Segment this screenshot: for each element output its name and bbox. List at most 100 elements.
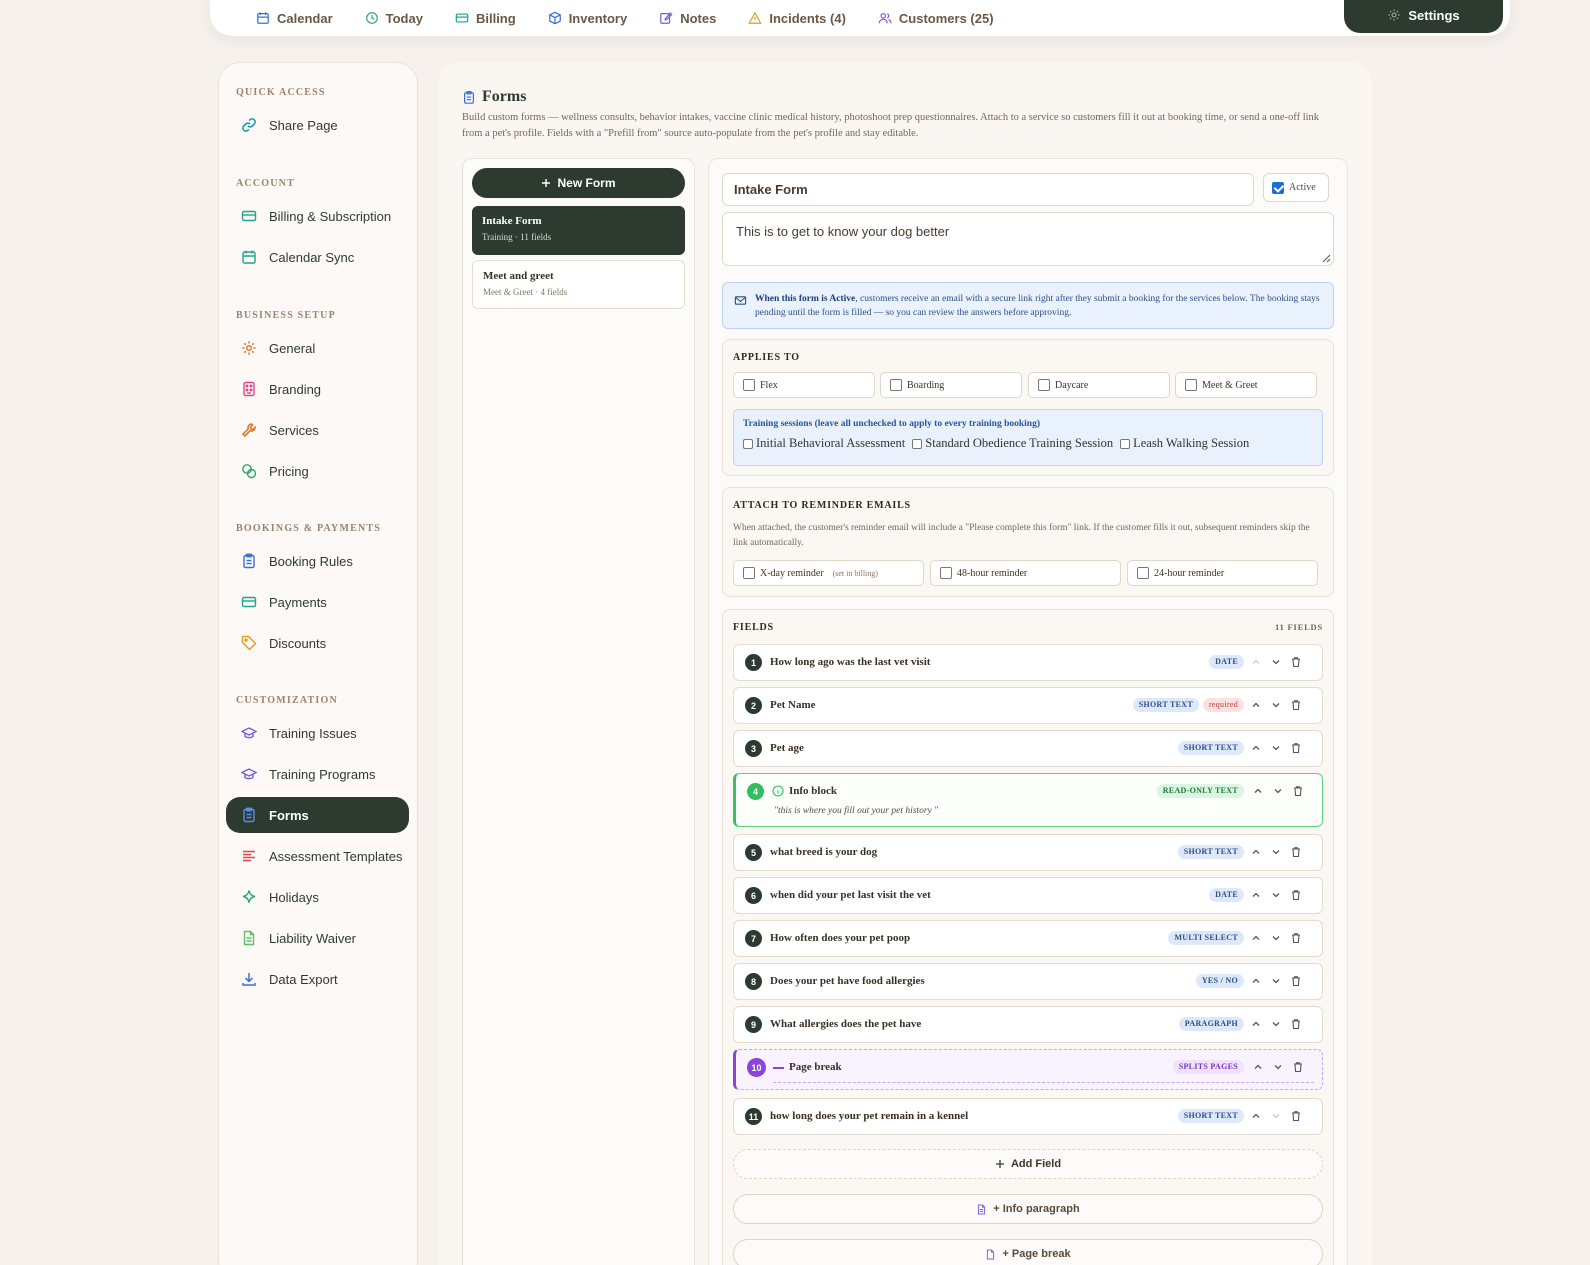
form-card[interactable]: Meet and greet Meet & Greet · 4 fields [472, 260, 685, 309]
checkbox[interactable] [890, 379, 902, 391]
field-row[interactable]: 2 Pet Name SHORT TEXT required [733, 687, 1323, 724]
new-form-button[interactable]: New Form [472, 168, 685, 198]
applies-option-flex[interactable]: Flex [733, 372, 875, 398]
checkbox[interactable] [743, 438, 753, 449]
tab-notes[interactable]: Notes [643, 1, 732, 35]
sidebar-item-training-issues[interactable]: Training Issues [226, 715, 409, 751]
trash-icon[interactable] [1290, 889, 1302, 901]
field-row-page-break[interactable]: 10 Page break SPLITS PAGES [733, 1049, 1323, 1090]
tab-customers[interactable]: Customers (25) [862, 1, 1010, 35]
move-down-icon[interactable] [1270, 699, 1282, 711]
sidebar-item-forms[interactable]: Forms [226, 797, 409, 833]
move-down-icon[interactable] [1270, 1110, 1282, 1122]
sidebar-item-assessment-templates[interactable]: Assessment Templates [226, 838, 409, 874]
training-option-obedience[interactable]: Standard Obedience Training Session [912, 436, 1113, 451]
trash-icon[interactable] [1290, 1018, 1302, 1030]
move-up-icon[interactable] [1250, 1018, 1262, 1030]
checkbox[interactable] [940, 567, 952, 579]
tab-billing[interactable]: Billing [439, 1, 532, 35]
move-up-icon[interactable] [1250, 742, 1262, 754]
reminder-option-48-hour[interactable]: 48-hour reminder [930, 560, 1121, 586]
move-down-icon[interactable] [1270, 932, 1282, 944]
training-option-leash-walking[interactable]: Leash Walking Session [1120, 436, 1249, 451]
add-field-button[interactable]: Add Field [733, 1149, 1323, 1179]
sidebar-item-liability-waiver[interactable]: Liability Waiver [226, 920, 409, 956]
applies-option-daycare[interactable]: Daycare [1028, 372, 1170, 398]
trash-icon[interactable] [1290, 742, 1302, 754]
move-up-icon[interactable] [1252, 785, 1264, 797]
checkbox[interactable] [1137, 567, 1149, 579]
form-name-input[interactable]: Intake Form [722, 173, 1254, 206]
sidebar-item-training-programs[interactable]: Training Programs [226, 756, 409, 792]
tab-settings[interactable]: Settings [1344, 0, 1503, 33]
trash-icon[interactable] [1290, 656, 1302, 668]
tab-incidents[interactable]: Incidents (4) [732, 1, 862, 35]
move-up-icon[interactable] [1250, 699, 1262, 711]
sidebar-item-discounts[interactable]: Discounts [226, 625, 409, 661]
move-down-icon[interactable] [1270, 742, 1282, 754]
move-down-icon[interactable] [1272, 1061, 1284, 1073]
trash-icon[interactable] [1290, 699, 1302, 711]
field-row[interactable]: 6 when did your pet last visit the vet D… [733, 877, 1323, 914]
move-down-icon[interactable] [1270, 975, 1282, 987]
form-description-textarea[interactable]: This is to get to know your dog better [722, 212, 1334, 266]
trash-icon[interactable] [1290, 846, 1302, 858]
checkbox[interactable] [912, 438, 923, 449]
field-row[interactable]: 8 Does your pet have food allergies YES … [733, 963, 1323, 1000]
field-row[interactable]: 11 how long does your pet remain in a ke… [733, 1098, 1323, 1135]
active-toggle[interactable]: Active [1263, 173, 1329, 202]
move-up-icon[interactable] [1252, 1061, 1264, 1073]
trash-icon[interactable] [1290, 1110, 1302, 1122]
trash-icon[interactable] [1290, 932, 1302, 944]
sidebar-item-billing-subscription[interactable]: Billing & Subscription [226, 198, 409, 234]
checkbox[interactable] [1185, 379, 1197, 391]
add-page-break-button[interactable]: + Page break [733, 1239, 1323, 1265]
field-row[interactable]: 3 Pet age SHORT TEXT [733, 730, 1323, 767]
field-row-readonly[interactable]: 4 Info block READ-ONLY TEXT "this is whe… [733, 773, 1323, 827]
checkbox[interactable] [1038, 379, 1050, 391]
sidebar-item-services[interactable]: Services [226, 412, 409, 448]
field-row[interactable]: 5 what breed is your dog SHORT TEXT [733, 834, 1323, 871]
move-up-icon[interactable] [1250, 975, 1262, 987]
sidebar-item-calendar-sync[interactable]: Calendar Sync [226, 239, 409, 275]
field-row[interactable]: 9 What allergies does the pet have PARAG… [733, 1006, 1323, 1043]
active-checkbox[interactable] [1272, 181, 1284, 194]
move-up-icon[interactable] [1250, 889, 1262, 901]
move-down-icon[interactable] [1270, 1018, 1282, 1030]
move-down-icon[interactable] [1270, 889, 1282, 901]
sidebar-item-booking-rules[interactable]: Booking Rules [226, 543, 409, 579]
move-up-icon[interactable] [1250, 932, 1262, 944]
sidebar-item-general[interactable]: General [226, 330, 409, 366]
trash-icon[interactable] [1292, 1061, 1304, 1073]
sidebar-item-branding[interactable]: Branding [226, 371, 409, 407]
checkbox[interactable] [1120, 438, 1131, 449]
trash-icon[interactable] [1292, 785, 1304, 797]
sidebar-item-share-page[interactable]: Share Page [226, 107, 409, 143]
trash-icon[interactable] [1290, 975, 1302, 987]
checkbox[interactable] [743, 379, 755, 391]
tab-inventory[interactable]: Inventory [532, 1, 644, 35]
field-row[interactable]: 7 How often does your pet poop MULTI SEL… [733, 920, 1323, 957]
field-row[interactable]: 1 How long ago was the last vet visit DA… [733, 644, 1323, 681]
reminder-option-24-hour[interactable]: 24-hour reminder [1127, 560, 1318, 586]
training-option-initial-assessment[interactable]: Initial Behavioral Assessment [743, 436, 905, 451]
move-up-icon[interactable] [1250, 656, 1262, 668]
sidebar-item-pricing[interactable]: Pricing [226, 453, 409, 489]
reminder-option-x-day[interactable]: X-day reminder (set in billing) [733, 560, 924, 586]
move-up-icon[interactable] [1250, 846, 1262, 858]
tab-calendar[interactable]: Calendar [240, 1, 349, 35]
applies-option-boarding[interactable]: Boarding [880, 372, 1022, 398]
sidebar-item-holidays[interactable]: Holidays [226, 879, 409, 915]
form-card-selected[interactable]: Intake Form Training · 11 fields [472, 206, 685, 255]
checkbox[interactable] [743, 567, 755, 579]
move-down-icon[interactable] [1272, 785, 1284, 797]
sidebar-item-payments[interactable]: Payments [226, 584, 409, 620]
move-down-icon[interactable] [1270, 846, 1282, 858]
move-up-icon[interactable] [1250, 1110, 1262, 1122]
resize-handle-icon[interactable] [1322, 254, 1331, 263]
applies-option-meet-greet[interactable]: Meet & Greet [1175, 372, 1317, 398]
sidebar-item-data-export[interactable]: Data Export [226, 961, 409, 997]
move-down-icon[interactable] [1270, 656, 1282, 668]
tab-today[interactable]: Today [349, 1, 439, 35]
add-info-paragraph-button[interactable]: + Info paragraph [733, 1194, 1323, 1224]
